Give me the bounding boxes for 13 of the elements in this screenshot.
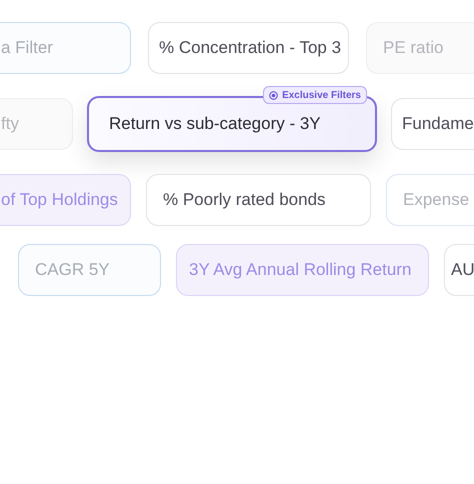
filter-chip[interactable]: PE ratio bbox=[366, 22, 474, 74]
filter-chip[interactable]: a Filter bbox=[0, 22, 131, 74]
radio-dot-icon bbox=[269, 90, 278, 100]
filter-chip[interactable]: 3Y Avg Annual Rolling Return bbox=[176, 244, 429, 296]
filter-chip[interactable]: CAGR 5Y bbox=[18, 244, 161, 296]
filter-chip[interactable]: of Top Holdings bbox=[0, 174, 131, 226]
filter-chip[interactable]: AU bbox=[444, 244, 474, 296]
exclusive-badge: Exclusive Filters bbox=[263, 86, 367, 104]
filter-chip[interactable]: fty bbox=[0, 98, 73, 150]
filter-chip[interactable]: % Poorly rated bonds bbox=[146, 174, 371, 226]
filter-chip[interactable]: % Concentration - Top 3 bbox=[148, 22, 349, 74]
filter-chip[interactable]: Expense bbox=[386, 174, 474, 226]
filter-chip[interactable]: Fundame bbox=[391, 98, 474, 150]
